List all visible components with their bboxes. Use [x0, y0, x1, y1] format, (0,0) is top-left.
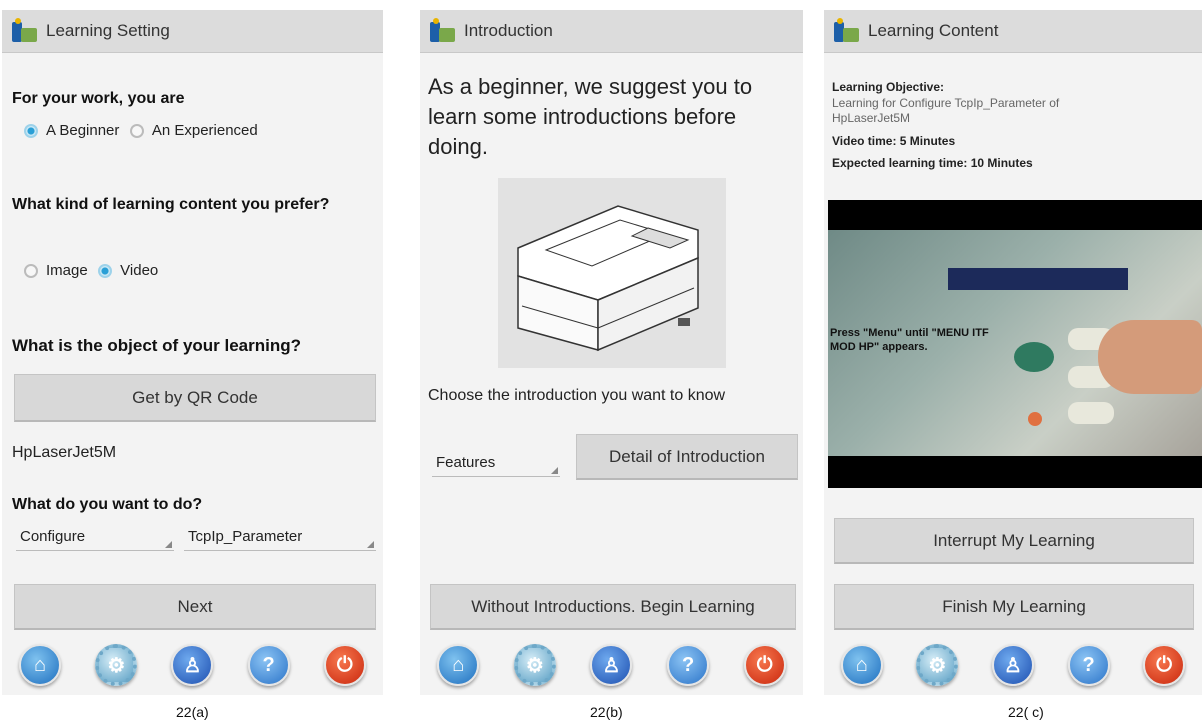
next-button[interactable]: Next	[14, 584, 376, 630]
app-logo-icon	[12, 18, 38, 44]
screen-title: Learning Content	[868, 21, 999, 40]
app-logo-icon	[834, 18, 860, 44]
power-icon[interactable]: ⏻	[743, 644, 786, 686]
printer-button	[1068, 402, 1114, 424]
parameter-select[interactable]: TcpIp_Parameter	[184, 528, 376, 551]
printer-image	[498, 178, 726, 368]
bottom-dock: ⌂ ⚙ ♙ ? ⏻	[420, 635, 803, 695]
experienced-radio[interactable]: An Experienced	[129, 122, 258, 139]
radio-checked-icon	[98, 263, 113, 278]
title-bar: Learning Setting	[2, 10, 383, 53]
detail-introduction-button[interactable]: Detail of Introduction	[576, 434, 798, 480]
action-question: What do you want to do?	[12, 496, 203, 513]
printer-led	[1028, 412, 1042, 426]
printer-button	[1014, 342, 1054, 372]
interrupt-learning-button[interactable]: Interrupt My Learning	[834, 518, 1194, 564]
begin-learning-button[interactable]: Without Introductions. Begin Learning	[430, 584, 796, 630]
settings-icon[interactable]: ⚙	[513, 644, 556, 686]
caption-b: 22(b)	[590, 704, 623, 720]
home-icon[interactable]: ⌂	[840, 644, 883, 686]
video-caption-text: Press "Menu" until "MENU ITF MOD HP" app…	[830, 327, 989, 353]
finger	[1098, 320, 1202, 394]
user-icon[interactable]: ♙	[171, 644, 214, 686]
user-icon[interactable]: ♙	[991, 644, 1034, 686]
qr-code-button[interactable]: Get by QR Code	[14, 374, 376, 422]
radio-unchecked-icon	[24, 263, 38, 278]
learning-setting-screen: Learning Setting For your work, you are …	[2, 10, 383, 695]
choose-introduction-label: Choose the introduction you want to know	[428, 387, 726, 404]
power-icon[interactable]: ⏻	[323, 644, 366, 686]
title-bar: Introduction	[420, 10, 803, 53]
learning-content-screen: Learning Content Learning Objective: Lea…	[824, 10, 1202, 695]
objective-label: Learning Objective:	[832, 80, 945, 94]
user-icon[interactable]: ♙	[590, 644, 633, 686]
power-icon[interactable]: ⏻	[1143, 644, 1186, 686]
printer-illustration	[517, 205, 699, 352]
bottom-dock: ⌂ ⚙ ♙ ? ⏻	[824, 635, 1202, 695]
title-bar: Learning Content	[824, 10, 1202, 53]
app-logo-icon	[430, 18, 456, 44]
expected-learning-time: Expected learning time: 10 Minutes	[832, 156, 1033, 170]
introduction-select[interactable]: Features	[432, 454, 560, 477]
settings-icon[interactable]: ⚙	[95, 644, 138, 686]
printer-display	[948, 268, 1128, 290]
video-player[interactable]: Press "Menu" until "MENU ITF MOD HP" app…	[828, 200, 1202, 488]
beginner-radio[interactable]: A Beginner	[24, 122, 119, 139]
radio-unchecked-icon	[129, 123, 144, 138]
home-icon[interactable]: ⌂	[437, 644, 480, 686]
caption-c: 22( c)	[1008, 704, 1044, 720]
content-type-question: What kind of learning content you prefer…	[12, 196, 330, 213]
action-select[interactable]: Configure	[16, 528, 174, 551]
help-icon[interactable]: ?	[1067, 644, 1110, 686]
work-level-question: For your work, you are	[12, 90, 185, 107]
introduction-screen: Introduction As a beginner, we suggest y…	[420, 10, 803, 695]
learning-object-value: HpLaserJet5M	[12, 444, 117, 461]
objective-value: Learning for Configure TcpIp_Parameter o…	[832, 96, 1060, 125]
image-radio[interactable]: Image	[24, 262, 88, 279]
help-icon[interactable]: ?	[247, 644, 290, 686]
finish-learning-button[interactable]: Finish My Learning	[834, 584, 1194, 630]
video-time: Video time: 5 Minutes	[832, 134, 956, 148]
caption-a: 22(a)	[176, 704, 209, 720]
beginner-suggestion: As a beginner, we suggest you to learn s…	[428, 74, 753, 159]
settings-icon[interactable]: ⚙	[916, 644, 959, 686]
screen-title: Learning Setting	[46, 21, 170, 40]
video-frame: Press "Menu" until "MENU ITF MOD HP" app…	[828, 230, 1202, 456]
video-radio[interactable]: Video	[98, 262, 158, 279]
bottom-dock: ⌂ ⚙ ♙ ? ⏻	[2, 635, 383, 695]
home-icon[interactable]: ⌂	[19, 644, 62, 686]
screen-title: Introduction	[464, 21, 553, 40]
help-icon[interactable]: ?	[667, 644, 710, 686]
object-question: What is the object of your learning?	[12, 336, 302, 355]
radio-checked-icon	[24, 123, 38, 138]
